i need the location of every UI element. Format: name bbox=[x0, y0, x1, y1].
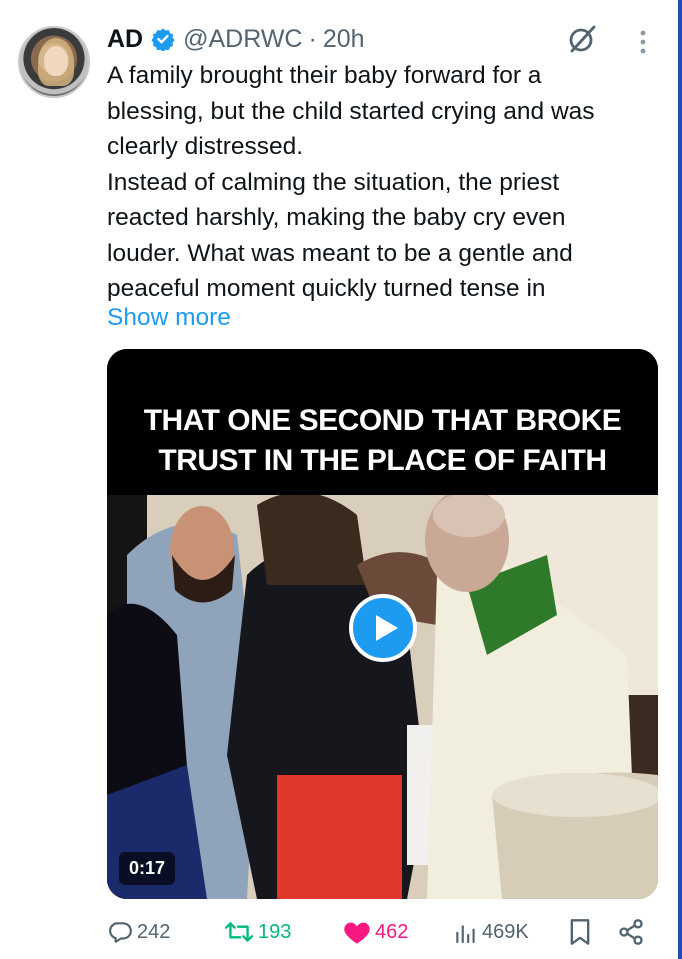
timestamp[interactable]: 20h bbox=[323, 25, 365, 54]
video-caption-line: THAT ONE SECOND THAT BROKE bbox=[143, 404, 622, 437]
video-duration: 0:17 bbox=[119, 852, 176, 885]
repost-icon bbox=[224, 922, 254, 942]
reply-count: 242 bbox=[137, 920, 171, 943]
like-button[interactable]: 462 bbox=[343, 916, 408, 948]
post-text-line: peaceful moment quickly turned tense in bbox=[107, 275, 546, 302]
view-count: 469K bbox=[482, 920, 529, 943]
video-caption-line: TRUST IN THE PLACE OF FAITH bbox=[158, 444, 607, 477]
post-text-line: blessing, but the child started crying a… bbox=[107, 97, 595, 125]
views-chart-icon bbox=[456, 925, 475, 943]
window-edge bbox=[678, 0, 682, 959]
repost-button[interactable]: 193 bbox=[224, 916, 291, 948]
video-player[interactable]: THAT ONE SECOND THAT BROKE TRUST IN THE … bbox=[107, 349, 658, 899]
post-text-line: reacted harshly, making the baby cry eve… bbox=[107, 204, 566, 231]
reply-icon bbox=[109, 922, 132, 943]
views-button[interactable]: 469K bbox=[454, 916, 529, 948]
like-count: 462 bbox=[375, 920, 409, 943]
avatar-face bbox=[44, 46, 68, 76]
bookmark-icon bbox=[570, 919, 590, 945]
grok-icon[interactable] bbox=[566, 24, 598, 54]
video-caption: THAT ONE SECOND THAT BROKE TRUST IN THE … bbox=[107, 349, 658, 495]
repost-count: 193 bbox=[258, 920, 292, 943]
show-more-link[interactable]: Show more bbox=[107, 304, 231, 332]
post-text-line: A family brought their baby forward for … bbox=[107, 62, 542, 89]
avatar[interactable] bbox=[18, 26, 90, 98]
heart-icon bbox=[344, 922, 370, 944]
post-text-line: clearly distressed. bbox=[107, 133, 304, 160]
share-icon bbox=[619, 919, 643, 945]
action-bar: 242 193 462 469K bbox=[107, 916, 652, 948]
post-header: AD @ADRWC · 20h bbox=[107, 22, 365, 56]
display-name[interactable]: AD bbox=[107, 25, 143, 54]
post-text: A family brought their baby forward for … bbox=[107, 58, 667, 307]
play-button-icon[interactable] bbox=[348, 593, 418, 663]
post-text-line: louder. What was meant to be a gentle an… bbox=[107, 239, 573, 267]
post-text-line: Instead of calming the situation, the pr… bbox=[107, 168, 560, 196]
separator-dot: · bbox=[308, 24, 317, 53]
share-button[interactable] bbox=[617, 916, 649, 948]
video-thumbnail bbox=[107, 495, 658, 899]
bookmark-button[interactable] bbox=[569, 916, 595, 948]
handle[interactable]: @ADRWC bbox=[183, 25, 302, 54]
reply-button[interactable]: 242 bbox=[107, 916, 170, 948]
verified-badge-icon bbox=[151, 28, 175, 51]
more-options-icon[interactable] bbox=[636, 28, 650, 56]
